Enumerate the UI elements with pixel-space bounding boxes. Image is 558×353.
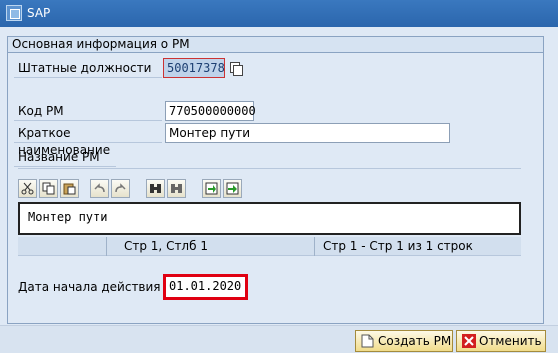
kod-label: Код РМ <box>14 103 162 121</box>
cancel-button[interactable]: Отменить <box>456 330 546 352</box>
redo-icon <box>115 183 126 193</box>
main-info-group: Основная информация о РМ Штатные должнос… <box>7 36 544 324</box>
paste-button[interactable] <box>60 179 79 198</box>
date-label: Дата начала действия <box>18 280 161 294</box>
export-button[interactable] <box>223 179 242 198</box>
export-icon <box>226 182 239 195</box>
undo-button[interactable] <box>90 179 109 198</box>
cancel-icon <box>462 334 476 348</box>
create-rm-button[interactable]: Создать РМ <box>355 330 453 352</box>
kod-field[interactable]: 770500000000 <box>165 101 256 121</box>
cut-button[interactable] <box>18 179 37 198</box>
dialog-body: Основная информация о РМ Штатные должнос… <box>0 27 558 353</box>
copy-icon <box>42 182 55 195</box>
date-field[interactable]: 01.01.2020 <box>166 277 245 297</box>
dialog-footer: Создать РМ Отменить <box>0 325 558 353</box>
status-cursor-position: Стр 1, Стлб 1 <box>124 239 208 253</box>
find-next-icon <box>171 184 182 193</box>
undo-icon <box>94 183 105 193</box>
status-separator <box>106 237 107 256</box>
paste-icon <box>63 183 76 195</box>
import-icon <box>205 182 218 195</box>
import-button[interactable] <box>202 179 221 198</box>
group-title: Основная информация о РМ <box>8 37 543 53</box>
find-next-button[interactable] <box>167 179 186 198</box>
shtat-label: Штатные должности <box>14 60 162 78</box>
editor-status-bar: Стр 1, Стлб 1 Стр 1 - Стр 1 из 1 строк <box>18 237 521 256</box>
divider <box>18 168 521 169</box>
new-document-icon <box>361 334 374 348</box>
create-rm-label: Создать РМ <box>378 334 452 348</box>
status-separator <box>314 237 315 256</box>
find-icon <box>150 184 161 193</box>
short-name-field[interactable]: Монтер пути <box>165 123 450 143</box>
copy-value-icon[interactable] <box>229 61 243 76</box>
short-name-label: Краткое наименование <box>14 125 162 157</box>
sap-window-icon <box>6 5 22 21</box>
cut-icon <box>21 182 34 195</box>
window-title: SAP <box>27 6 51 20</box>
redo-button[interactable] <box>111 179 130 198</box>
name-textarea[interactable]: Монтер пути <box>18 202 521 235</box>
status-line-count: Стр 1 - Стр 1 из 1 строк <box>323 239 473 253</box>
shtat-field[interactable]: 50017378 <box>163 58 225 78</box>
window-titlebar: SAP <box>0 0 558 27</box>
find-button[interactable] <box>146 179 165 198</box>
name-label: Название РМ <box>14 149 116 167</box>
cancel-label: Отменить <box>479 334 542 348</box>
copy-button[interactable] <box>39 179 58 198</box>
